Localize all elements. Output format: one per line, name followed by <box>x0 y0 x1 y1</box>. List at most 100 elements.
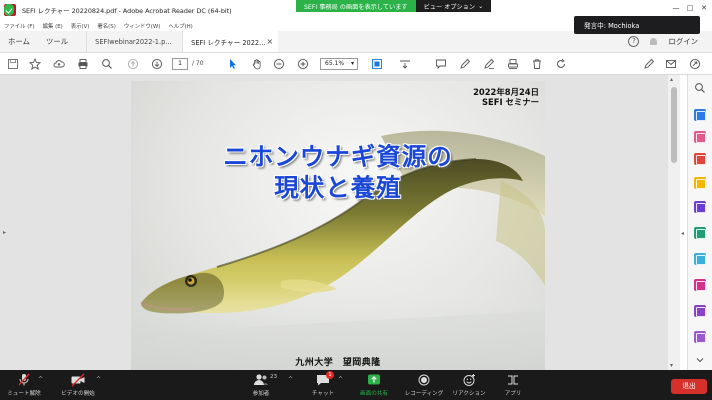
email-icon[interactable] <box>664 57 678 71</box>
cloud-upload-icon[interactable] <box>52 57 66 71</box>
video-options-chevron-icon[interactable]: ^ <box>96 376 101 383</box>
menu-window[interactable]: ウィンドウ(W) <box>124 22 161 30</box>
select-cursor-icon[interactable] <box>226 57 240 71</box>
minimize-button[interactable]: — <box>672 4 680 12</box>
chat-unread-badge: 1 <box>326 371 334 379</box>
scroll-up-icon[interactable]: ▴ <box>670 76 673 83</box>
participants-icon <box>253 373 269 387</box>
apps-button[interactable]: アプリ <box>500 373 526 397</box>
search-icon[interactable] <box>100 57 114 71</box>
notification-bell-icon[interactable] <box>649 37 658 47</box>
maximize-button[interactable]: □ <box>686 4 694 12</box>
start-video-label: ビデオの開始 <box>61 391 95 397</box>
menu-edit[interactable]: 編集 (E) <box>43 22 63 30</box>
pane-search-icon[interactable] <box>693 81 707 95</box>
pdf-page-slide: 2022年8月24日 SEFI セミナー ニホンウナギ資源の 現状と養殖 九州大… <box>131 81 545 370</box>
slide-event: SEFI セミナー <box>481 97 539 107</box>
record-button[interactable]: レコーディング <box>404 373 444 397</box>
slide-title-line2: 現状と養殖 <box>274 173 402 202</box>
export-pdf-icon[interactable] <box>694 109 706 121</box>
left-pane-toggle-icon[interactable]: ▸ <box>3 229 6 236</box>
share-screen-button[interactable]: 画面の共有 <box>356 373 392 397</box>
slide-title: ニホンウナギ資源の 現状と養殖 <box>131 141 545 203</box>
tab-tools[interactable]: ツール <box>38 31 76 52</box>
stamp-icon[interactable] <box>506 57 520 71</box>
slide-date: 2022年8月24日 <box>473 87 539 97</box>
page-total-label: / 70 <box>192 60 204 67</box>
acrobat-logo-icon <box>4 4 16 16</box>
save-icon[interactable] <box>6 57 20 71</box>
start-video-button[interactable]: ビデオの開始 <box>56 373 100 397</box>
apps-icon <box>505 373 521 387</box>
fill-sign-icon[interactable] <box>694 279 706 291</box>
page-number-input[interactable]: 1 <box>172 58 188 70</box>
sign-pen-icon[interactable] <box>642 57 656 71</box>
microphone-muted-icon <box>16 373 32 387</box>
draw-freeform-icon[interactable] <box>482 57 496 71</box>
scrollbar-thumb[interactable] <box>671 87 677 163</box>
pane-expand-chevron-icon[interactable] <box>693 353 707 367</box>
right-tools-pane <box>687 75 712 370</box>
help-icon[interactable]: ? <box>628 36 640 47</box>
screen-share-banner: SEFI 事務局 の画面を表示しています ビュー オプション ⌄ <box>296 0 492 12</box>
tab-close-icon[interactable]: × <box>266 37 273 46</box>
highlight-pen-icon[interactable] <box>458 57 472 71</box>
vertical-scrollbar[interactable]: ▴ ▾ <box>668 75 680 370</box>
bookmark-star-icon[interactable] <box>28 57 42 71</box>
leave-meeting-button[interactable]: 退出 <box>671 379 707 394</box>
comment-icon[interactable] <box>434 57 448 71</box>
tab-document-webinar[interactable]: SEFIwebinar2022-1.p... <box>86 31 182 52</box>
create-pdf-icon[interactable] <box>694 153 706 165</box>
hand-tool-icon[interactable] <box>250 57 264 71</box>
slide-author: 九州大学 望岡典隆 <box>295 358 381 368</box>
previous-page-icon[interactable] <box>126 57 140 71</box>
slide-date-block: 2022年8月24日 SEFI セミナー <box>473 87 539 107</box>
share-link-icon[interactable] <box>688 57 702 71</box>
protect-icon[interactable] <box>694 305 706 317</box>
edit-pdf-icon[interactable] <box>694 131 706 143</box>
view-options-button[interactable]: ビュー オプション ⌄ <box>415 0 492 12</box>
scroll-mode-icon[interactable] <box>398 57 412 71</box>
delete-trash-icon[interactable] <box>530 57 544 71</box>
audio-options-chevron-icon[interactable]: ^ <box>38 376 43 383</box>
apps-label: アプリ <box>504 391 522 397</box>
menu-sign[interactable]: 署名(S) <box>97 22 115 30</box>
comment-tool-icon[interactable] <box>694 177 706 189</box>
rotate-icon[interactable] <box>554 57 568 71</box>
menu-bar: ファイル (F) 編集 (E) 表示(V) 署名(S) ウィンドウ(W) ヘルプ… <box>0 20 193 31</box>
slide-title-line1: ニホンウナギ資源の <box>223 142 453 171</box>
scroll-down-icon[interactable]: ▾ <box>670 362 673 369</box>
menu-view[interactable]: 表示(V) <box>71 22 90 30</box>
share-screen-label: 画面の共有 <box>360 391 388 397</box>
close-window-button[interactable]: ✕ <box>700 4 708 12</box>
combine-files-icon[interactable] <box>694 201 706 213</box>
zoom-out-icon[interactable] <box>272 57 286 71</box>
print-icon[interactable] <box>76 57 90 71</box>
document-viewer[interactable]: ▸ 2022年8月24日 SEFI セミナー ニホンウナギ資源の 現状と養殖 九… <box>0 75 680 370</box>
participant-count: 23 <box>270 374 278 380</box>
reactions-button[interactable]: リアクション <box>452 373 486 397</box>
eel-photo <box>131 130 545 370</box>
right-pane-toggle-icon[interactable]: ◂ <box>681 230 684 237</box>
login-button[interactable]: ログイン <box>668 36 698 47</box>
unmute-label: ミュート解除 <box>7 391 41 397</box>
tab-bar-right: ? ログイン <box>628 31 712 52</box>
more-tools-icon[interactable] <box>694 331 706 343</box>
participants-chevron-icon[interactable]: ^ <box>288 376 293 383</box>
next-page-icon[interactable] <box>150 57 164 71</box>
zoom-in-icon[interactable] <box>296 57 310 71</box>
organize-pages-icon[interactable] <box>694 253 706 265</box>
menu-help[interactable]: ヘルプ(H) <box>168 22 192 30</box>
page-fit-icon[interactable] <box>370 57 384 71</box>
zoom-level-select[interactable]: 65.1% <box>320 58 358 70</box>
tab-document-lecture[interactable]: SEFI レクチャー 2022... × <box>182 31 279 52</box>
record-icon <box>416 373 432 387</box>
chat-label: チャット <box>311 391 335 397</box>
menu-file[interactable]: ファイル (F) <box>4 22 35 30</box>
zoom-security-shield-icon[interactable] <box>4 4 14 16</box>
scan-ocr-icon[interactable] <box>694 227 706 239</box>
active-speaker-text: 発言中: Mochioka <box>584 22 640 30</box>
chat-chevron-icon[interactable]: ^ <box>338 376 343 383</box>
chevron-down-icon: ⌄ <box>478 2 484 10</box>
tab-home[interactable]: ホーム <box>0 31 38 52</box>
